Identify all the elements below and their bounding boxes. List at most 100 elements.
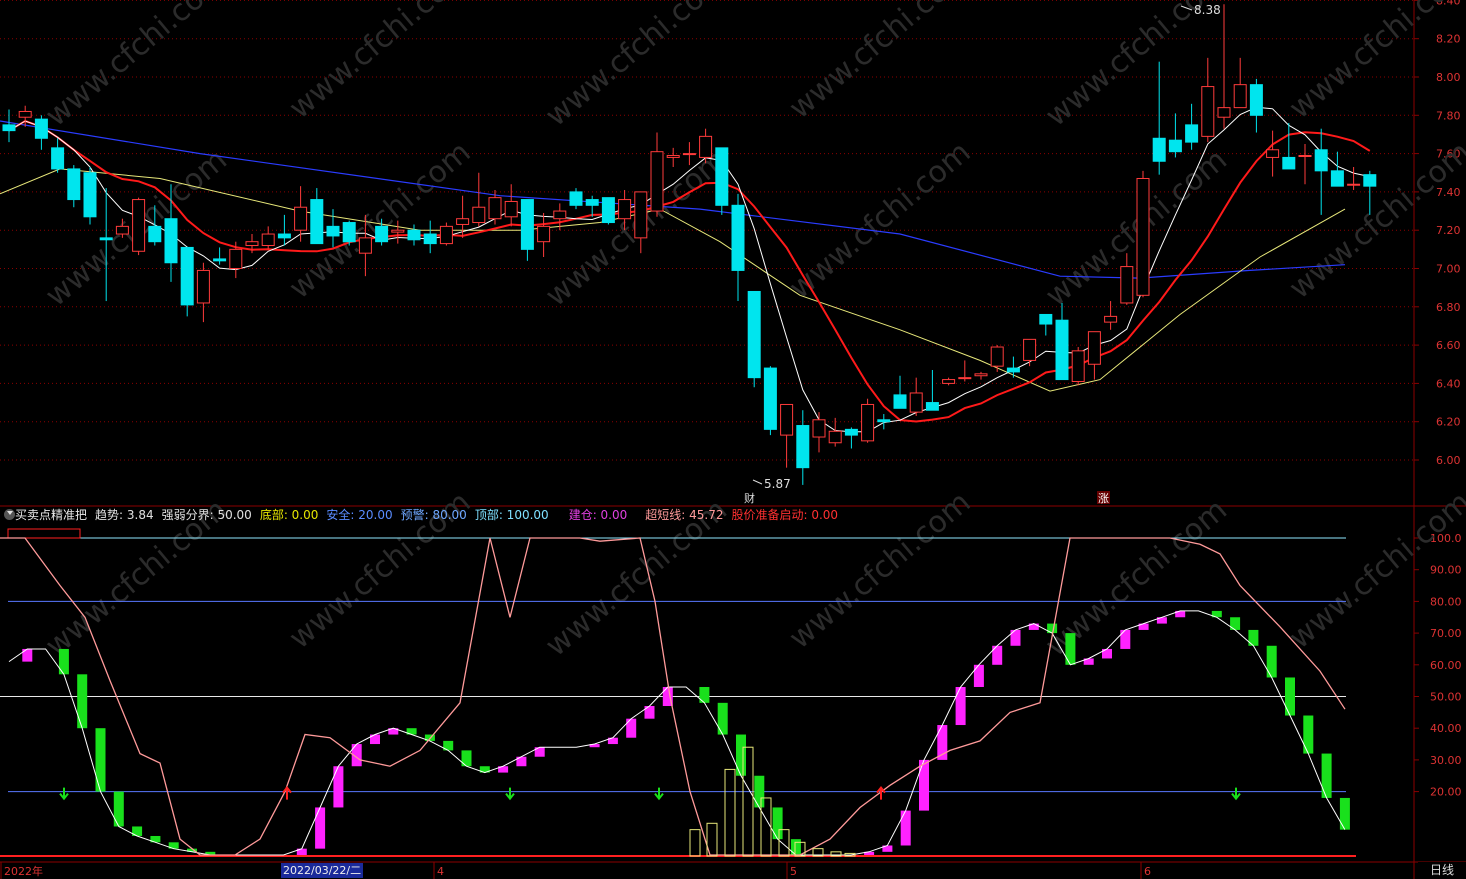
price-tick-label: 7.00 [1436,263,1461,276]
candle-body [375,225,389,243]
candle-body [51,147,65,170]
candle-body [1282,156,1296,170]
candle-body [1071,350,1085,382]
candle-body [909,392,923,413]
sell-arrow-icon [1231,787,1241,801]
trend-bar [1339,797,1350,830]
trend-bar [58,648,69,675]
candle-body [1298,155,1312,158]
candle-body [828,430,842,444]
time-label: 5 [790,865,797,878]
watermark-text: www.cfchi.com [783,0,978,126]
trend-bar [973,664,984,687]
candle-body [2,124,16,132]
trend-bar [461,750,472,767]
high-price-label: 8.38 [1194,3,1221,17]
indicator-menu-icon[interactable] [4,508,15,520]
candle-body [553,210,567,220]
candle-body [196,269,210,304]
trend-bar [699,686,710,703]
candle-body [520,199,534,250]
candle-body [1347,183,1361,186]
trend-bar [1120,629,1131,649]
candle-body [488,197,502,220]
trend-bar [95,728,106,792]
candle-body [974,373,988,377]
price-tick-label: 6.40 [1436,377,1461,390]
indicator-item: 建仓: 0.00 [568,507,628,522]
indicator-item: 股价准备启动: 0.00 [731,507,839,522]
candle-body [83,172,97,218]
indicator-name[interactable]: 买卖点精准把 [15,506,87,523]
candle-body [245,241,259,247]
candle-body [229,248,243,270]
candle-body [585,199,599,206]
candle-body [261,233,275,247]
candle-body [1104,315,1118,323]
ind-tick-label: 50.00 [1430,691,1462,704]
candle-body [650,151,664,212]
candle-body [1217,107,1231,118]
candle-body [67,168,81,201]
candle-body [618,199,632,220]
candle-body [942,379,956,384]
indicator-item: 安全: 20.00 [326,507,393,522]
candle-body [326,225,340,237]
candle-body [1266,149,1280,158]
selected-date: 2022/03/22/二 [281,863,364,878]
candle-body [1330,170,1344,187]
marker-cai: 财 [744,491,755,505]
trend-bar [77,674,88,729]
indicator-values: 趋势: 3.84 强弱分界: 50.00 底部: 0.00 安全: 20.00 预警: … [95,506,846,523]
candle-body [180,246,194,306]
watermark-text: www.cfchi.com [1039,142,1234,313]
candle-body [731,204,745,271]
candle-body [1363,174,1377,187]
candle-body [958,377,972,380]
ind-tick-label: 60.00 [1430,659,1462,672]
candle-body [715,147,729,206]
candle-body [439,225,453,245]
candle-body [1006,367,1020,373]
trend-bar [736,734,746,776]
candle-body [877,419,891,423]
period-button[interactable]: 日线 [1418,862,1466,879]
candle-body [1136,177,1150,296]
trend-bar [919,759,929,811]
trend-bar [790,839,801,855]
watermark-text: www.cfchi.com [39,0,234,134]
indicator-item: 强弱分界: 50.00 [161,507,252,522]
candle-body [294,206,308,231]
candle-body [99,237,113,241]
candle-body [666,155,680,158]
ind-tick-label: 90.00 [1430,564,1462,577]
ind-tick-label: 40.00 [1430,722,1462,735]
candle-body [990,346,1004,367]
trend-bar [1303,715,1314,754]
time-label: 2022年 [4,864,43,878]
price-tick-label: 6.20 [1436,416,1461,429]
candle-body [893,394,907,409]
watermark-text: www.cfchi.com [783,135,978,306]
sell-arrow-icon [59,787,69,801]
candle-body [1233,84,1247,109]
indicator-item: 趋势: 3.84 [95,507,154,522]
candle-body [358,237,372,254]
candle-body [747,290,761,379]
stock-chart[interactable]: 8.408.208.007.807.607.407.207.006.806.60… [0,0,1466,879]
price-tick-label: 7.20 [1436,224,1461,237]
ind-tick-label: 30.00 [1430,754,1462,767]
time-label: 6 [1144,865,1151,878]
trend-bar [626,718,637,738]
ind-tick-label: 70.00 [1430,627,1462,640]
candle-body [844,428,858,436]
trend-bar [754,775,765,808]
candle-body [504,200,518,218]
trend-bar [955,686,966,726]
candle-body [780,403,794,436]
indicator-box [7,528,81,539]
candle-body [213,258,227,262]
low-arrow [752,479,763,485]
candle-body [1055,319,1069,381]
sell-arrow-icon [654,787,664,801]
